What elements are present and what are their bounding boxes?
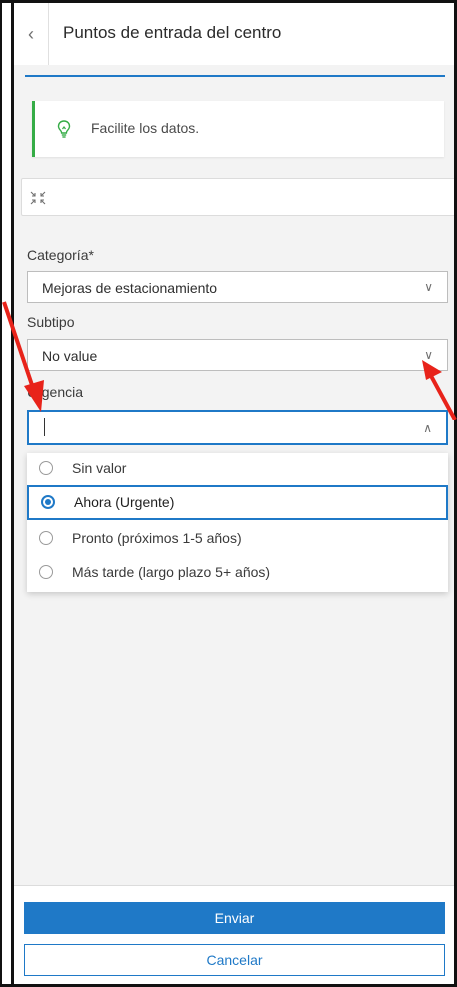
annotation-arrow-right xyxy=(422,360,457,420)
frame-left-border xyxy=(0,0,14,987)
option-label: Pronto (próximos 1-5 años) xyxy=(72,530,242,546)
panel-footer: Enviar Cancelar xyxy=(14,885,454,984)
back-button[interactable]: ‹ xyxy=(14,3,49,65)
option-ahora-urgente[interactable]: Ahora (Urgente) xyxy=(27,485,448,520)
collapse-toggle-bar[interactable] xyxy=(21,178,454,216)
collapse-arrows-icon[interactable] xyxy=(28,189,48,207)
notice-text: Facilite los datos. xyxy=(91,120,200,136)
subtipo-select[interactable]: No value ∨ xyxy=(27,339,448,371)
categoria-select[interactable]: Mejoras de estacionamiento ∨ xyxy=(27,271,448,303)
editor-panel: ‹ Puntos de entrada del centro Facilite … xyxy=(14,3,454,984)
option-pronto[interactable]: Pronto (próximos 1-5 años) xyxy=(27,523,448,555)
cancel-button[interactable]: Cancelar xyxy=(24,944,445,976)
option-label: Sin valor xyxy=(72,460,127,476)
header-divider xyxy=(25,75,445,77)
radio-button[interactable] xyxy=(39,531,53,545)
radio-button[interactable] xyxy=(39,461,53,475)
categoria-value: Mejoras de estacionamiento xyxy=(42,280,218,296)
submit-button[interactable]: Enviar xyxy=(24,902,445,934)
info-notice: Facilite los datos. xyxy=(32,101,444,157)
annotation-arrow-left xyxy=(2,301,44,412)
text-caret xyxy=(44,418,45,436)
panel-title: Puntos de entrada del centro xyxy=(63,23,282,42)
lightbulb-icon xyxy=(57,120,71,138)
chevron-up-icon: ∧ xyxy=(423,421,432,435)
urgencia-select[interactable]: ∧ xyxy=(27,410,448,445)
chevron-left-icon: ‹ xyxy=(28,23,34,44)
urgencia-dropdown: Sin valor Ahora (Urgente) Pronto (próxim… xyxy=(27,453,448,592)
radio-button-selected[interactable] xyxy=(41,495,55,509)
chevron-down-icon: ∨ xyxy=(424,280,433,294)
option-label: Más tarde (largo plazo 5+ años) xyxy=(72,564,271,580)
radio-button[interactable] xyxy=(39,565,53,579)
option-sin-valor[interactable]: Sin valor xyxy=(27,453,448,485)
panel-header: ‹ Puntos de entrada del centro xyxy=(14,3,454,65)
option-mas-tarde[interactable]: Más tarde (largo plazo 5+ años) xyxy=(27,557,448,589)
option-label: Ahora (Urgente) xyxy=(74,494,175,510)
categoria-label: Categoría* xyxy=(27,247,94,263)
